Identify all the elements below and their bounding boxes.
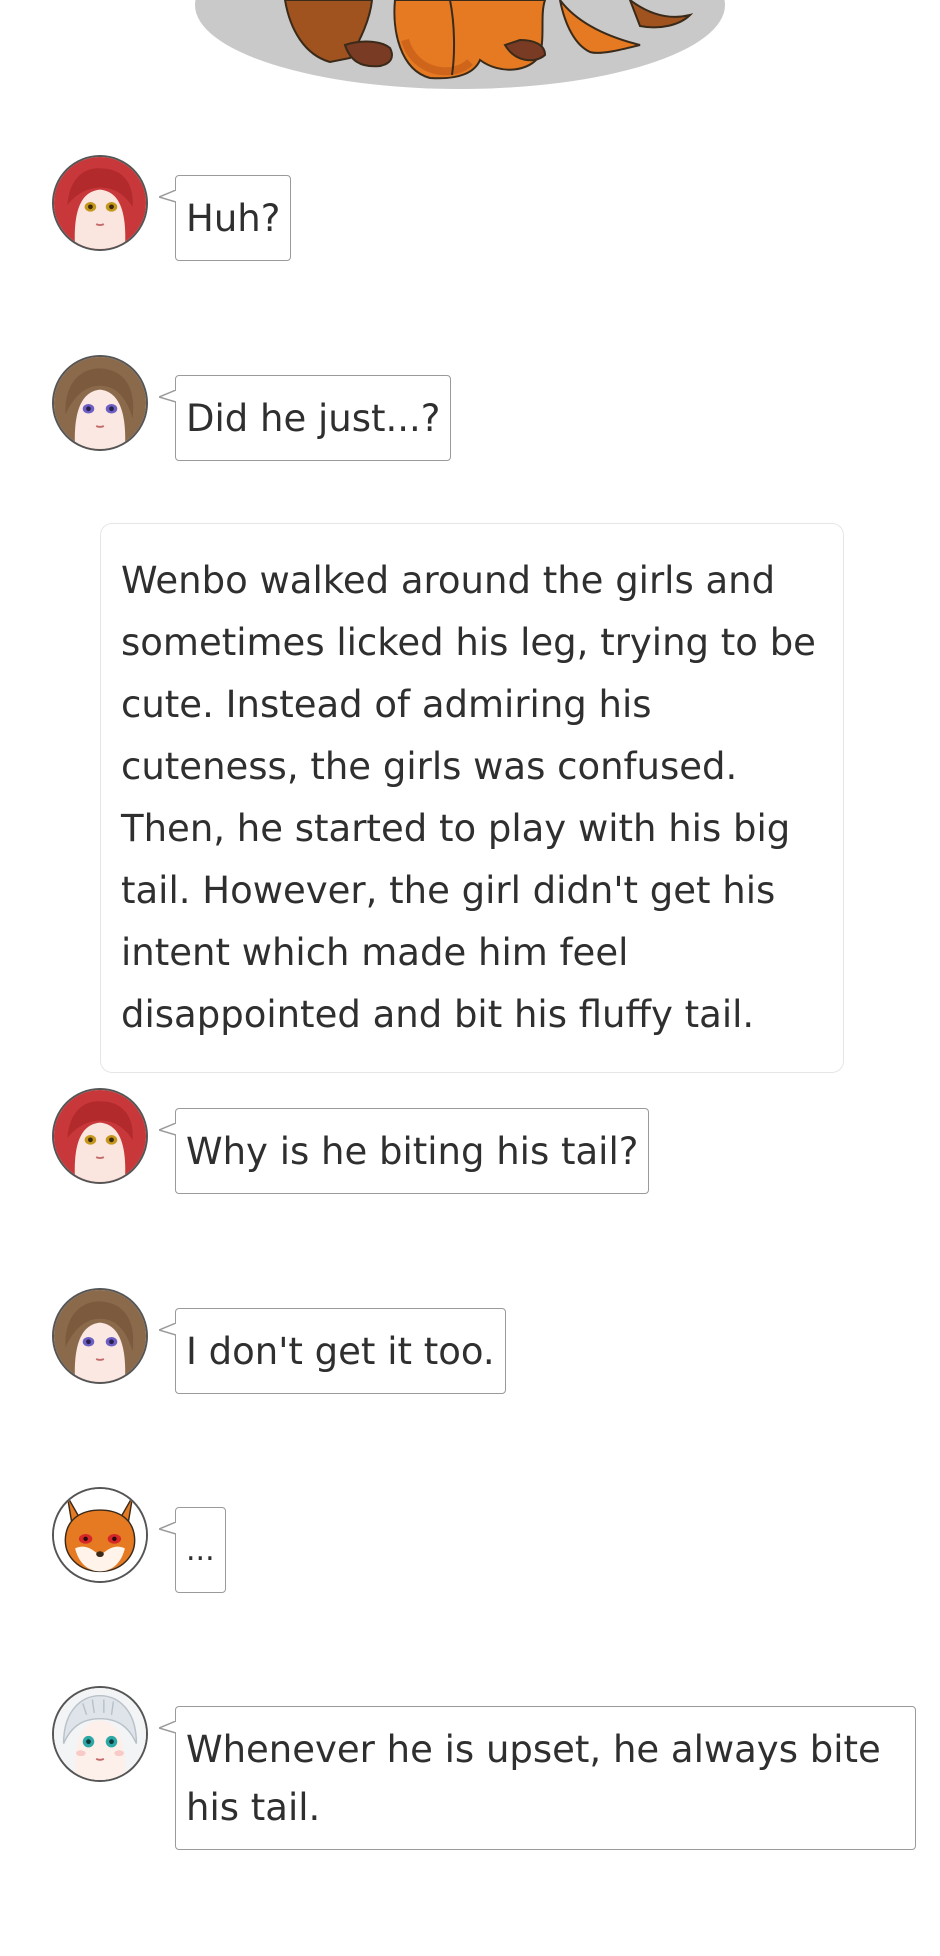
speech-bubble: ... <box>159 1507 226 1593</box>
speech-bubble: I don't get it too. <box>159 1308 506 1394</box>
speech-bubble: Whenever he is upset, he always bite his… <box>159 1706 916 1850</box>
speech-bubble: Why is he biting his tail? <box>159 1108 650 1194</box>
message-text: Whenever he is upset, he always bite his… <box>186 1728 881 1829</box>
message-text: Why is he biting his tail? <box>186 1130 639 1173</box>
narration-box: Wenbo walked around the girls and someti… <box>100 523 844 1073</box>
fox-avatar-icon <box>52 1487 148 1583</box>
speech-bubble: Huh? <box>159 175 292 261</box>
message-text: Huh? <box>186 197 281 240</box>
white-haired-girl-avatar-icon <box>52 1686 148 1782</box>
red-haired-girl-avatar-icon <box>52 155 148 251</box>
brown-haired-girl-avatar-icon <box>52 355 148 451</box>
message-text: I don't get it too. <box>186 1330 495 1373</box>
message-text: ... <box>186 1533 215 1568</box>
message-text: Did he just...? <box>186 397 441 440</box>
brown-haired-girl-avatar-icon <box>52 1288 148 1384</box>
narration-text: Wenbo walked around the girls and someti… <box>121 559 816 1036</box>
red-haired-girl-avatar-icon <box>52 1088 148 1184</box>
speech-bubble: Did he just...? <box>159 375 452 461</box>
fox-scene-illustration <box>0 0 940 100</box>
